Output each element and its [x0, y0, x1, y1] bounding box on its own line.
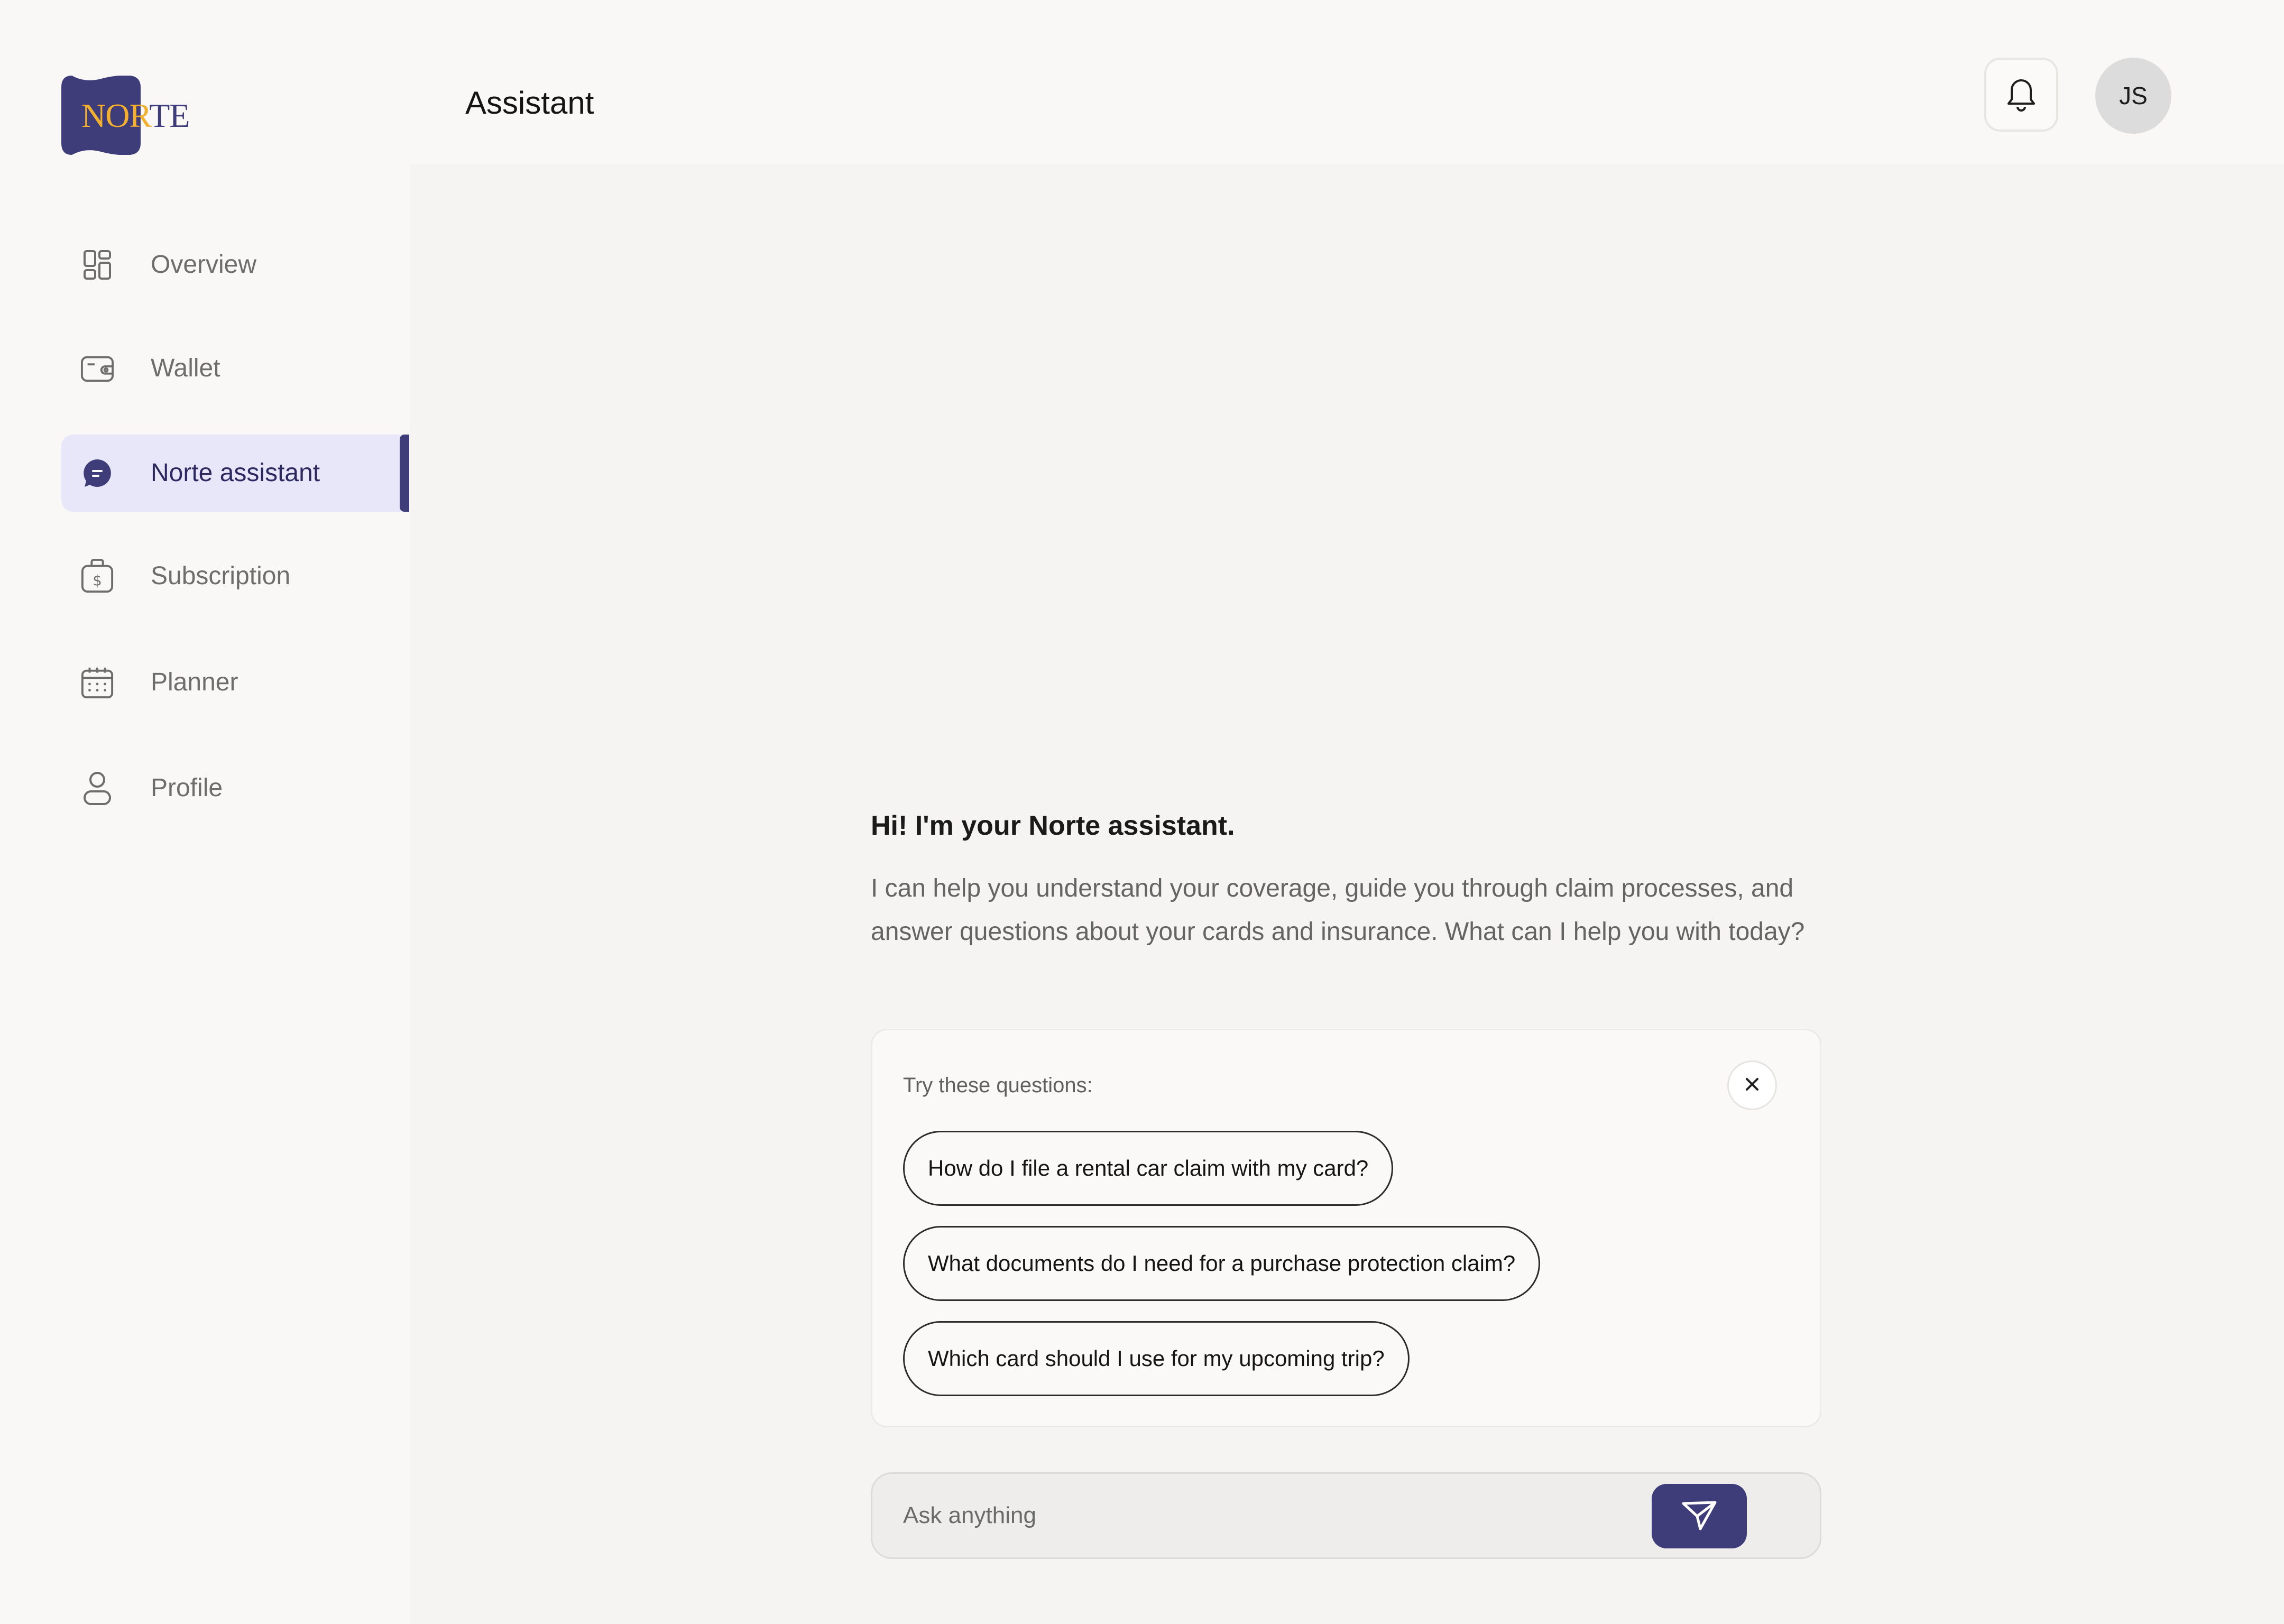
- sidebar-item-label: Overview: [151, 251, 257, 279]
- sidebar-item-label: Planner: [151, 668, 238, 696]
- bell-icon: [2004, 75, 2038, 115]
- sidebar-item-label: Wallet: [151, 354, 220, 382]
- sidebar-item-label: Profile: [151, 774, 223, 802]
- grid-icon: [80, 248, 114, 282]
- suggested-question-chip[interactable]: How do I file a rental car claim with my…: [903, 1131, 1394, 1206]
- sidebar-item-planner[interactable]: Planner: [61, 644, 409, 721]
- assistant-intro: I can help you understand your coverage,…: [871, 874, 1805, 946]
- calendar-icon: [80, 666, 114, 699]
- chat-input-bar: [871, 1472, 1821, 1559]
- sidebar-item-wallet[interactable]: Wallet: [61, 330, 409, 407]
- sidebar-item-profile[interactable]: Profile: [61, 750, 409, 827]
- wallet-icon: [80, 352, 114, 385]
- top-header: Assistant JS: [410, 0, 2284, 164]
- page-title: Assistant: [465, 85, 594, 121]
- sidebar-item-overview[interactable]: Overview: [61, 226, 409, 303]
- norte-logo[interactable]: NORTE: [61, 76, 190, 155]
- suggested-questions-title: Try these questions:: [903, 1074, 1093, 1097]
- close-suggestions-button[interactable]: [1727, 1060, 1777, 1110]
- logo-text-part-2: TE: [149, 97, 190, 134]
- sidebar-item-label: Norte assistant: [151, 459, 320, 487]
- close-icon: [1743, 1075, 1761, 1096]
- chat-bubble-icon: [80, 456, 114, 490]
- suggested-question-chip[interactable]: Which card should I use for my upcoming …: [903, 1321, 1410, 1396]
- sidebar: NORTE Overview Wallet Norte assistant $ …: [0, 0, 410, 1624]
- user-icon: [80, 771, 114, 805]
- sidebar-item-subscription[interactable]: $ Subscription: [61, 538, 409, 615]
- avatar[interactable]: JS: [2095, 58, 2171, 134]
- svg-text:$: $: [93, 573, 102, 589]
- assistant-greeting: Hi! I'm your Norte assistant.: [871, 810, 1235, 841]
- ask-input[interactable]: [903, 1474, 1696, 1557]
- logo-text-part-1: NOR: [81, 97, 150, 134]
- send-button[interactable]: [1652, 1484, 1747, 1548]
- sidebar-item-label: Subscription: [151, 562, 291, 590]
- assistant-main: Hi! I'm your Norte assistant. I can help…: [410, 164, 2284, 1624]
- logo-text: NORTE: [81, 95, 190, 137]
- suggested-questions-card: Try these questions: How do I file a ren…: [871, 1029, 1821, 1427]
- money-bag-icon: $: [80, 559, 114, 593]
- send-icon: [1681, 1499, 1717, 1534]
- suggested-question-chip[interactable]: What documents do I need for a purchase …: [903, 1226, 1541, 1301]
- sidebar-item-norte-assistant[interactable]: Norte assistant: [61, 435, 409, 512]
- notifications-button[interactable]: [1984, 58, 2058, 132]
